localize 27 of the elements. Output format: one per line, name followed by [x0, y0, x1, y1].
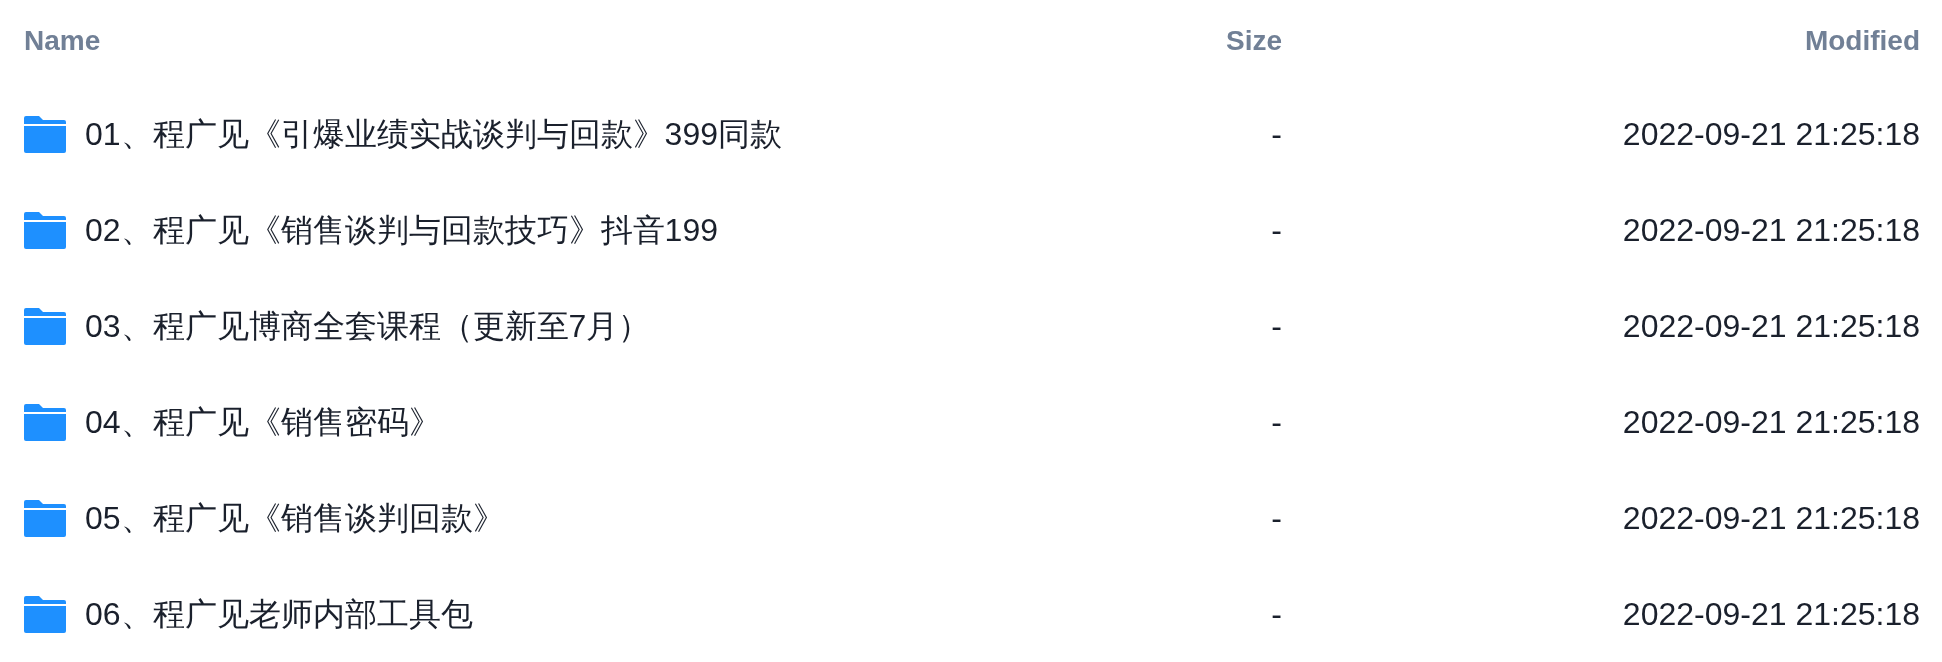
modified-cell: 2022-09-21 21:25:18 — [1622, 212, 1920, 248]
folder-icon — [24, 211, 66, 249]
folder-icon — [24, 499, 66, 537]
modified-cell: 2022-09-21 21:25:18 — [1622, 596, 1920, 632]
folder-name-link[interactable]: 06、程广见老师内部工具包 — [85, 590, 473, 638]
size-cell: - — [1271, 116, 1282, 152]
folder-name-link[interactable]: 02、程广见《销售谈判与回款技巧》抖音199 — [85, 206, 718, 254]
folder-icon — [24, 595, 66, 633]
modified-cell: 2022-09-21 21:25:18 — [1622, 308, 1920, 344]
modified-cell: 2022-09-21 21:25:18 — [1622, 116, 1920, 152]
folder-name-link[interactable]: 01、程广见《引爆业绩实战谈判与回款》399同款 — [85, 110, 782, 158]
folder-name-link[interactable]: 05、程广见《销售谈判回款》 — [85, 494, 505, 542]
size-cell: - — [1271, 308, 1282, 344]
column-header[interactable]: Name — [24, 20, 982, 62]
modified-cell: 2022-09-21 21:25:18 — [1622, 500, 1920, 536]
folder-icon — [24, 307, 66, 345]
column-header[interactable]: Size — [982, 20, 1282, 62]
folder-name-link[interactable]: 04、程广见《销售密码》 — [85, 398, 441, 446]
folder-icon — [24, 115, 66, 153]
folder-icon — [24, 403, 66, 441]
size-cell: - — [1271, 596, 1282, 632]
size-cell: - — [1271, 212, 1282, 248]
folder-name-link[interactable]: 03、程广见博商全套课程（更新至7月） — [85, 302, 651, 350]
modified-cell: 2022-09-21 21:25:18 — [1622, 404, 1920, 440]
size-cell: - — [1271, 500, 1282, 536]
size-cell: - — [1271, 404, 1282, 440]
column-header[interactable]: Modified — [1282, 20, 1920, 62]
